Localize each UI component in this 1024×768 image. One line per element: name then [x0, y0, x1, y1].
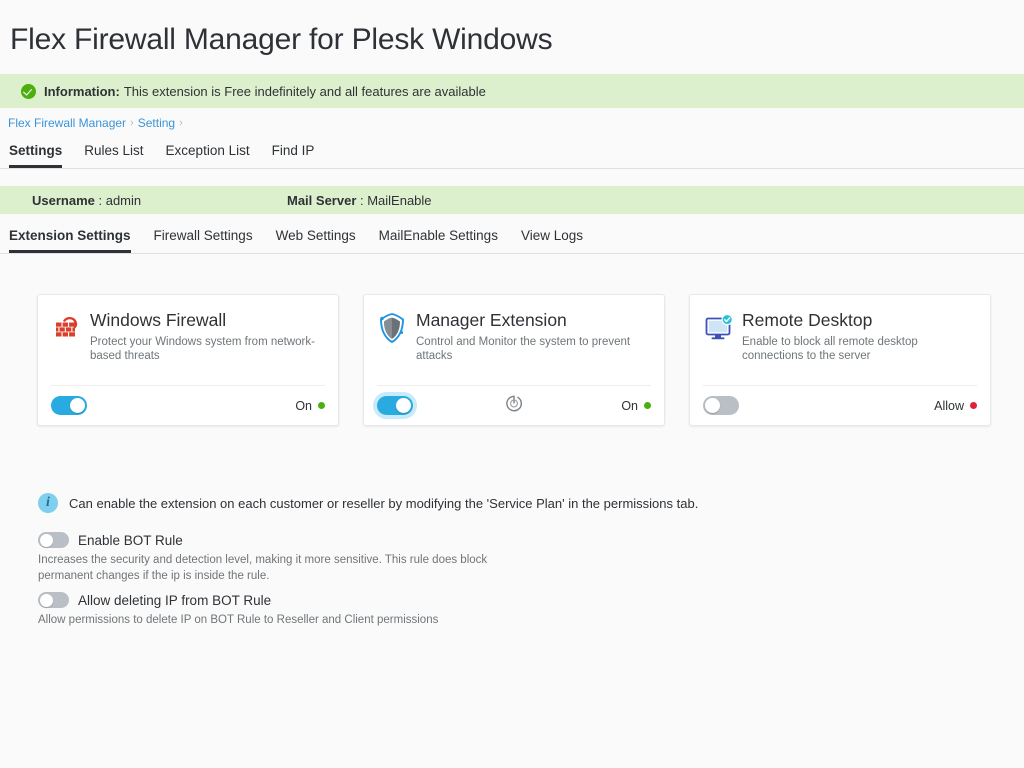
rule-description: Allow permissions to delete IP on BOT Ru…: [38, 614, 439, 626]
card-status: Allow: [934, 399, 977, 413]
secondary-tabbar: Extension Settings Firewall Settings Web…: [0, 228, 1024, 254]
status-dot-icon: [318, 402, 325, 409]
mailserver-value: MailEnable: [367, 192, 432, 208]
username-field: Username : admin: [32, 193, 141, 208]
alert-label: Information:: [44, 83, 120, 99]
status-label: Allow: [934, 398, 964, 413]
remote-desktop-icon: [703, 312, 737, 363]
user-info-strip: Username : admin Mail Server : MailEnabl…: [0, 186, 1024, 214]
rule-label: Enable BOT Rule: [78, 532, 183, 548]
toggle-knob: [70, 398, 85, 413]
breadcrumb: Flex Firewall Manager › Setting ›: [8, 116, 183, 130]
mailserver-field: Mail Server : MailEnable: [287, 193, 432, 208]
toggle-knob: [705, 398, 720, 413]
rule-row: Enable BOT Rule: [38, 532, 508, 548]
tab-view-logs[interactable]: View Logs: [521, 228, 583, 252]
windows-firewall-toggle[interactable]: [51, 396, 87, 415]
card-title: Windows Firewall: [90, 310, 227, 330]
brick-firewall-icon: [51, 312, 85, 363]
information-alert: Information: This extension is Free inde…: [0, 74, 1024, 108]
card-manager-extension: Manager Extension Control and Monitor th…: [363, 294, 665, 426]
tab-web-settings[interactable]: Web Settings: [276, 228, 356, 252]
allow-deleting-ip-toggle[interactable]: [38, 592, 69, 608]
rule-row: Allow deleting IP from BOT Rule: [38, 592, 438, 608]
toggle-knob: [396, 398, 411, 413]
card-description: Enable to block all remote desktop conne…: [742, 336, 918, 362]
remote-desktop-toggle[interactable]: [703, 396, 739, 415]
rule-label: Allow deleting IP from BOT Rule: [78, 592, 272, 608]
card-description: Protect your Windows system from network…: [90, 336, 315, 362]
alert-message: This extension is Free indefinitely and …: [123, 83, 486, 99]
shield-icon: [377, 312, 411, 363]
note-text: Can enable the extension on each custome…: [69, 496, 699, 511]
breadcrumb-separator-trailing-icon: ›: [179, 117, 183, 129]
card-header: Windows Firewall Protect your Windows sy…: [38, 295, 338, 363]
card-footer: Allow: [703, 385, 977, 425]
card-title: Remote Desktop: [742, 310, 873, 330]
app-page: Flex Firewall Manager for Plesk Windows …: [0, 0, 1024, 768]
card-header: Remote Desktop Enable to block all remot…: [690, 295, 990, 363]
setting-allow-deleting-ip-from-bot-rule: Allow deleting IP from BOT Rule Allow pe…: [38, 592, 438, 628]
permissions-note: i Can enable the extension on each custo…: [38, 493, 699, 513]
feature-cards: Windows Firewall Protect your Windows sy…: [37, 294, 991, 426]
breadcrumb-item-setting[interactable]: Setting: [138, 116, 175, 130]
primary-tabbar: Settings Rules List Exception List Find …: [0, 143, 1024, 169]
tab-settings[interactable]: Settings: [9, 143, 63, 168]
restart-service-button[interactable]: [505, 394, 524, 418]
manager-extension-toggle[interactable]: [377, 396, 413, 415]
card-status: On: [621, 399, 651, 413]
status-label: On: [295, 398, 312, 413]
check-circle-icon: [21, 83, 36, 99]
toggle-knob: [39, 593, 53, 607]
username-label: Username: [32, 192, 95, 208]
info-circle-icon: i: [38, 493, 58, 513]
card-description: Control and Monitor the system to preven…: [416, 336, 631, 362]
status-dot-icon: [970, 402, 977, 409]
card-status: On: [295, 399, 325, 413]
rule-description: Increases the security and detection lev…: [38, 554, 488, 582]
username-separator: :: [94, 192, 106, 208]
status-label: On: [621, 398, 638, 413]
toggle-knob: [39, 533, 53, 547]
card-footer: On: [377, 385, 651, 425]
card-header: Manager Extension Control and Monitor th…: [364, 295, 664, 363]
mailserver-label: Mail Server: [287, 192, 357, 208]
tab-find-ip[interactable]: Find IP: [272, 143, 315, 167]
card-title: Manager Extension: [416, 310, 567, 330]
tab-extension-settings[interactable]: Extension Settings: [9, 228, 131, 253]
card-text-block: Windows Firewall Protect your Windows sy…: [85, 310, 320, 363]
setting-enable-bot-rule: Enable BOT Rule Increases the security a…: [38, 532, 508, 584]
breadcrumb-separator-icon: ›: [130, 117, 134, 129]
card-windows-firewall: Windows Firewall Protect your Windows sy…: [37, 294, 339, 426]
username-value: admin: [105, 192, 142, 208]
status-dot-icon: [644, 402, 651, 409]
breadcrumb-item-root[interactable]: Flex Firewall Manager: [8, 116, 126, 130]
tab-exception-list[interactable]: Exception List: [166, 143, 250, 167]
tab-mailenable-settings[interactable]: MailEnable Settings: [379, 228, 498, 252]
page-title: Flex Firewall Manager for Plesk Windows: [10, 23, 553, 56]
card-text-block: Manager Extension Control and Monitor th…: [411, 310, 646, 363]
tab-rules-list[interactable]: Rules List: [84, 143, 143, 167]
mailserver-separator: :: [356, 192, 368, 208]
tab-firewall-settings[interactable]: Firewall Settings: [154, 228, 253, 252]
card-remote-desktop: Remote Desktop Enable to block all remot…: [689, 294, 991, 426]
enable-bot-rule-toggle[interactable]: [38, 532, 69, 548]
card-text-block: Remote Desktop Enable to block all remot…: [737, 310, 972, 363]
power-restart-icon: [505, 394, 524, 418]
card-footer: On: [51, 385, 325, 425]
